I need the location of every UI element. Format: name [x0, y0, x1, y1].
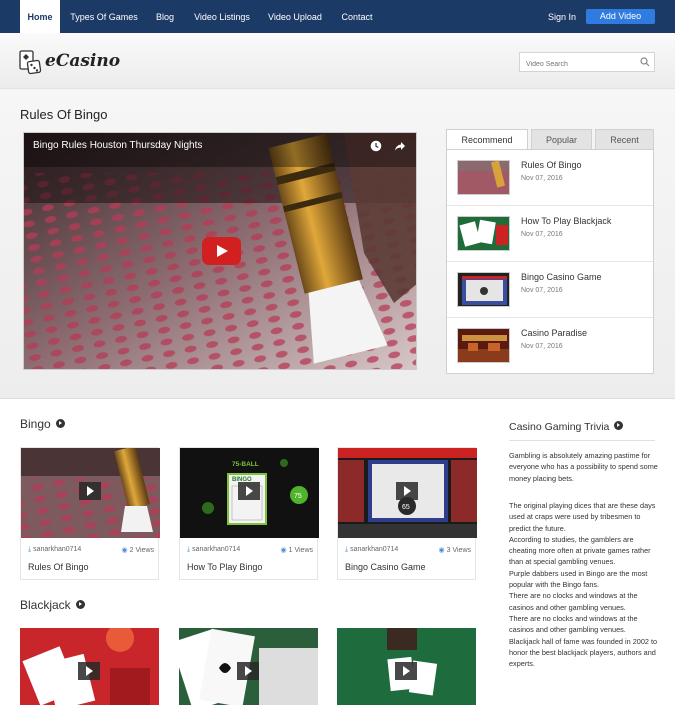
site-logo[interactable]: eCasino	[19, 50, 121, 76]
video-title[interactable]: Bingo Casino Game	[345, 562, 426, 572]
video-thumbnail[interactable]	[457, 216, 510, 251]
list-item-title[interactable]: How To Play Blackjack	[521, 216, 611, 226]
video-views: ◉ 2 Views	[121, 547, 154, 554]
list-item[interactable]: How To Play Blackjack Nov 07, 2016	[447, 206, 653, 262]
eye-icon: ◉	[121, 547, 128, 554]
trivia-heading[interactable]: Casino Gaming Trivia	[509, 421, 624, 433]
eye-icon: ◉	[280, 547, 287, 554]
add-video-button[interactable]: Add Video	[586, 9, 655, 24]
site-header: eCasino	[0, 33, 675, 89]
list-item-title[interactable]: Rules Of Bingo	[521, 160, 582, 170]
video-thumbnail[interactable]: 65	[338, 448, 477, 538]
play-icon[interactable]	[78, 662, 100, 680]
eye-icon: ◉	[438, 547, 445, 554]
divider	[509, 440, 655, 441]
tab-recent[interactable]: Recent	[595, 129, 654, 149]
logo-text: eCasino	[45, 51, 121, 71]
play-icon[interactable]	[238, 482, 260, 500]
top-navigation: Home Types Of Games Blog Video Listings …	[0, 0, 675, 33]
trivia-fact: According to studies, the gamblers are c…	[509, 534, 651, 567]
trivia-body: The original playing dices that are thes…	[509, 500, 659, 669]
nav-contact[interactable]: Contact	[336, 0, 378, 33]
trivia-title-text[interactable]: Casino Gaming Trivia	[509, 421, 609, 433]
nav-home[interactable]: Home	[20, 0, 60, 33]
video-views: ◉ 1 Views	[280, 547, 313, 554]
trivia-fact: Blackjack hall of fame was founded in 20…	[509, 636, 658, 669]
trivia-fact: There are no clocks and windows at the c…	[509, 591, 638, 612]
video-thumbnail[interactable]: 75-BALL BINGO 75	[180, 448, 319, 538]
user-icon: ⤓	[28, 546, 32, 553]
nav-video-listings[interactable]: Video Listings	[190, 0, 254, 33]
video-title: Bingo Rules Houston Thursday Nights	[33, 140, 203, 151]
share-icon[interactable]	[394, 140, 406, 152]
tab-recommend[interactable]: Recommend	[446, 129, 528, 150]
arrow-circle-icon[interactable]	[75, 600, 85, 609]
video-card[interactable]: ⤓ sanarkhan0714 ◉ 2 Views Rules Of Bingo	[20, 447, 160, 580]
section-title-text[interactable]: Bingo	[20, 417, 51, 431]
nav-video-upload[interactable]: Video Upload	[264, 0, 326, 33]
dice-cards-icon	[19, 50, 42, 75]
play-icon[interactable]	[79, 482, 101, 500]
list-item[interactable]: Casino Paradise Nov 07, 2016	[447, 318, 653, 374]
sign-in-link[interactable]: Sign In	[541, 0, 583, 33]
video-search	[519, 52, 655, 74]
search-input[interactable]	[520, 55, 632, 74]
video-thumbnail[interactable]	[21, 448, 160, 538]
arrow-circle-icon[interactable]	[614, 421, 624, 430]
play-icon[interactable]	[396, 482, 418, 500]
video-controls	[370, 139, 406, 157]
video-author[interactable]: sanarkhan0714	[33, 546, 81, 553]
video-player[interactable]: Bingo Rules Houston Thursday Nights	[23, 132, 417, 370]
play-icon[interactable]	[237, 662, 259, 680]
trivia-fact: There are no clocks and windows at the c…	[509, 613, 638, 635]
featured-section: Rules Of Bingo Bingo Rules Houston Thurs…	[0, 89, 675, 399]
trivia-fact: Purple dabbers used in Bingo are the mos…	[509, 568, 648, 590]
video-thumbnail[interactable]	[457, 160, 510, 195]
list-item-title[interactable]: Bingo Casino Game	[521, 272, 602, 282]
recommend-list: Rules Of Bingo Nov 07, 2016 How To Play …	[446, 149, 654, 374]
nav-blog[interactable]: Blog	[150, 0, 180, 33]
ball-65-text: 65	[402, 504, 410, 511]
ball-75-text: 75	[294, 493, 302, 500]
video-author[interactable]: sanarkhan0714	[350, 546, 398, 553]
play-icon[interactable]	[395, 662, 417, 680]
section-title-bingo[interactable]: Bingo	[20, 417, 65, 431]
clock-icon[interactable]	[370, 140, 382, 152]
nav-types-of-games[interactable]: Types Of Games	[66, 0, 142, 33]
video-card[interactable]	[337, 628, 476, 705]
play-icon[interactable]	[202, 237, 241, 265]
section-title-text[interactable]: Blackjack	[20, 598, 71, 612]
search-icon[interactable]	[640, 57, 650, 67]
video-title[interactable]: Rules Of Bingo	[28, 562, 89, 572]
video-card[interactable]	[20, 628, 159, 705]
user-icon: ⤓	[345, 546, 349, 553]
video-meta: ⤓ sanarkhan0714 ◉ 3 Views	[345, 546, 471, 554]
list-item-date: Nov 07, 2016	[521, 175, 563, 182]
video-views: ◉ 3 Views	[438, 547, 471, 554]
video-meta: ⤓ sanarkhan0714 ◉ 1 Views	[187, 546, 313, 554]
video-tabs: Recommend Popular Recent	[446, 129, 654, 150]
tab-popular[interactable]: Popular	[531, 129, 592, 149]
video-thumbnail[interactable]	[457, 328, 510, 363]
list-item-date: Nov 07, 2016	[521, 343, 563, 350]
arrow-circle-icon[interactable]	[55, 419, 65, 428]
list-item[interactable]: Rules Of Bingo Nov 07, 2016	[447, 150, 653, 206]
ball-header-text: 75-BALL	[232, 461, 259, 468]
video-card[interactable]: 75-BALL BINGO 75 ⤓ sanarkhan0714 ◉ 1 Vie…	[179, 447, 319, 580]
video-card[interactable]: 65 ⤓ sanarkhan0714 ◉ 3 Views Bingo Casin…	[337, 447, 477, 580]
user-icon: ⤓	[187, 546, 191, 553]
video-thumbnail[interactable]	[457, 272, 510, 307]
video-meta: ⤓ sanarkhan0714 ◉ 2 Views	[28, 546, 154, 554]
list-item-title[interactable]: Casino Paradise	[521, 328, 587, 338]
video-author[interactable]: sanarkhan0714	[192, 546, 240, 553]
list-item-date: Nov 07, 2016	[521, 287, 563, 294]
featured-title: Rules Of Bingo	[20, 107, 108, 122]
video-title[interactable]: How To Play Bingo	[187, 562, 262, 572]
trivia-intro: Gambling is absolutely amazing pastime f…	[509, 451, 658, 483]
video-card[interactable]	[179, 628, 318, 705]
trivia-fact: The original playing dices that are thes…	[509, 501, 656, 533]
section-title-blackjack[interactable]: Blackjack	[20, 598, 85, 612]
list-item-date: Nov 07, 2016	[521, 231, 563, 238]
list-item[interactable]: Bingo Casino Game Nov 07, 2016	[447, 262, 653, 318]
